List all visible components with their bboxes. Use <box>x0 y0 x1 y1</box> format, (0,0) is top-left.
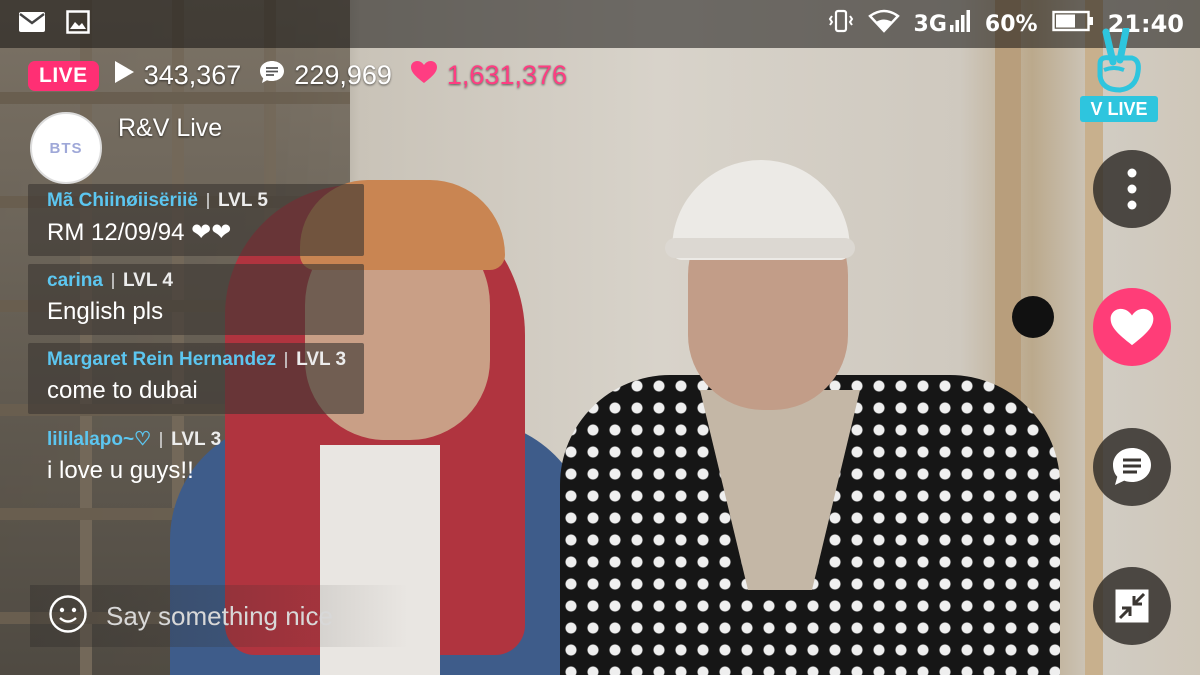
like-count-value: 1,631,376 <box>446 60 568 90</box>
like-count: 1,631,376 <box>410 60 567 91</box>
vlive-logo: V LIVE <box>1080 26 1158 128</box>
chat-level: LVL 3 <box>171 428 222 450</box>
chat-level: LVL 3 <box>296 349 347 370</box>
minimize-icon <box>1115 589 1149 623</box>
divider <box>285 352 288 368</box>
chat-username[interactable]: Mã Chiinøiisëriië <box>47 190 198 212</box>
vlive-label: V LIVE <box>1080 96 1158 122</box>
comment-icon <box>259 60 285 91</box>
chat-message[interactable]: carina LVL 4 English pls <box>28 264 365 335</box>
live-stats: LIVE 343,367 229,969 1,631,376 <box>28 60 567 91</box>
signal-icon <box>949 9 971 39</box>
wifi-icon <box>867 9 900 39</box>
door-handle <box>1012 296 1054 338</box>
network-type: 3G <box>913 11 947 37</box>
chat-username[interactable]: carina <box>47 270 103 292</box>
comment-input[interactable] <box>104 599 388 633</box>
comment-count: 229,969 <box>259 60 392 91</box>
heart-icon <box>410 60 438 91</box>
chat-list[interactable]: Mã Chiinøiisëriië LVL 5 RM 12/09/94 ❤❤ c… <box>28 184 365 494</box>
play-icon <box>113 60 135 91</box>
more-options-button[interactable] <box>1093 150 1171 228</box>
status-bar: 3G 60% 21:40 <box>0 0 1200 48</box>
comment-bar <box>30 585 408 647</box>
divider <box>206 193 209 209</box>
chat-text: i love u guys!! <box>47 457 194 484</box>
chat-text: come to dubai <box>47 377 198 404</box>
view-count-value: 343,367 <box>143 60 242 90</box>
emoji-icon[interactable] <box>48 594 88 638</box>
chat-message[interactable]: Margaret Rein Hernandez LVL 3 come to du… <box>28 343 365 414</box>
minimize-button[interactable] <box>1093 567 1171 645</box>
like-button[interactable] <box>1093 288 1171 366</box>
chat-message[interactable]: lililalapo~♡ LVL 3 i love u guys!! <box>28 422 364 494</box>
mail-icon <box>18 11 46 37</box>
more-vertical-icon <box>1127 168 1137 210</box>
chat-icon <box>1113 448 1151 485</box>
chat-username[interactable]: Margaret Rein Hernandez <box>47 349 276 371</box>
comment-count-value: 229,969 <box>294 60 392 90</box>
vlive-hand-icon <box>1097 26 1141 93</box>
vibrate-icon <box>828 8 854 40</box>
chat-message[interactable]: Mã Chiinøiisëriië LVL 5 RM 12/09/94 ❤❤ <box>28 184 365 256</box>
channel-avatar[interactable]: BTS <box>30 112 102 184</box>
live-badge: LIVE <box>28 60 99 91</box>
chat-level: LVL 5 <box>217 190 268 211</box>
divider <box>160 431 163 448</box>
chat-level: LVL 4 <box>122 270 173 291</box>
chat-text: English pls <box>47 298 164 325</box>
chat-toggle-button[interactable] <box>1093 428 1171 506</box>
view-count: 343,367 <box>113 60 242 91</box>
person-right-cap-brim <box>665 238 855 258</box>
battery-percent: 60% <box>984 11 1038 37</box>
chat-username[interactable]: lililalapo~♡ <box>47 428 151 451</box>
channel-info[interactable]: BTS R&V Live <box>30 112 222 184</box>
chat-text: RM 12/09/94 ❤❤ <box>47 219 232 246</box>
heart-icon <box>1110 308 1154 346</box>
gallery-icon <box>66 10 90 38</box>
channel-avatar-text: BTS <box>49 139 83 157</box>
divider <box>111 273 114 289</box>
channel-name[interactable]: R&V Live <box>118 114 222 143</box>
